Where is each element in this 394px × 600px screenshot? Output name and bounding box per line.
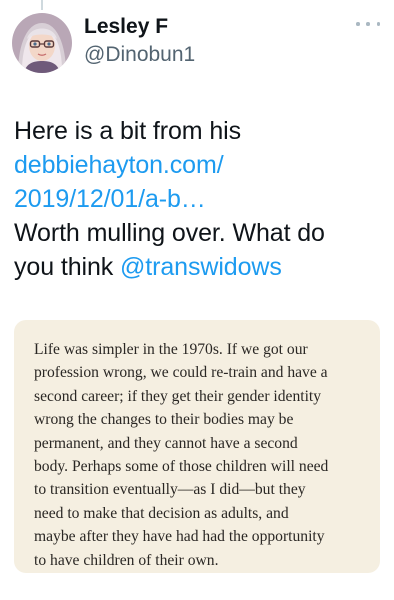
more-dot	[356, 22, 360, 26]
tweet-text-line: Here is a bit from his	[14, 117, 242, 145]
quote-line: to transition eventually—as I did—but th…	[34, 481, 306, 499]
more-dot	[366, 22, 370, 26]
quote-text: Life was simpler in the 1970s. If we got…	[34, 338, 360, 572]
quote-line: maybe after they have had had the opport…	[34, 528, 325, 546]
quote-line: to have children of their own.	[34, 551, 219, 569]
quote-line: need to make that decision as adults, an…	[34, 504, 289, 522]
user-handle[interactable]: @Dinobun1	[84, 42, 195, 68]
author-info[interactable]: Lesley F @Dinobun1	[84, 14, 195, 68]
avatar[interactable]	[12, 13, 72, 73]
quote-line: permanent, and they cannot have a second	[34, 434, 298, 452]
quote-line: second career; if they get their gender …	[34, 387, 322, 405]
mention-link[interactable]: @transwidows	[120, 253, 282, 281]
tweet-text-line: Worth mulling over. What do	[14, 219, 325, 247]
thread-connector-line	[41, 0, 43, 10]
tweet-link-line[interactable]: debbiehayton.com/	[14, 148, 382, 182]
display-name[interactable]: Lesley F	[84, 14, 195, 40]
more-dot	[376, 22, 380, 26]
quote-line: body. Perhaps some of those children wil…	[34, 458, 329, 476]
tweet-text: Here is a bit from his debbiehayton.com/…	[14, 114, 382, 284]
tweet-text-fragment: you think	[14, 253, 121, 281]
tweet-link-line[interactable]: 2019/12/01/a-b…	[14, 182, 382, 216]
attached-image-quote[interactable]: Life was simpler in the 1970s. If we got…	[14, 320, 380, 573]
more-horizontal-icon[interactable]	[356, 18, 380, 30]
quote-line: Life was simpler in the 1970s. If we got…	[34, 341, 308, 358]
tweet-text-line-with-mention: you think @transwidows	[14, 250, 382, 284]
quote-line: profession wrong, we could re-train and …	[34, 364, 328, 382]
quote-line: wrong the changes to their bodies may be	[34, 411, 294, 429]
avatar-illustration	[12, 13, 72, 73]
